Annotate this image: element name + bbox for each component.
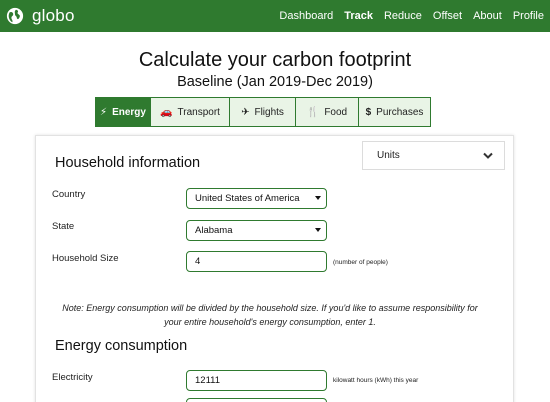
tab-food[interactable]: 🍴 Food xyxy=(296,97,359,127)
country-value: United States of America xyxy=(195,193,300,204)
country-label: Country xyxy=(52,189,86,200)
household-size-label: Household Size xyxy=(52,253,119,264)
globe-icon xyxy=(6,7,24,25)
units-dropdown[interactable]: Units xyxy=(362,141,505,170)
household-note: Note: Energy consumption will be divided… xyxy=(62,303,478,327)
units-label: Units xyxy=(377,150,400,161)
state-select[interactable]: Alabama xyxy=(186,220,327,241)
tab-label: Flights xyxy=(254,106,284,118)
tab-purchases[interactable]: $ Purchases xyxy=(359,97,431,127)
household-size-value: 4 xyxy=(195,256,201,267)
energy-section-title: Energy consumption xyxy=(55,338,188,354)
household-section-title: Household information xyxy=(55,155,201,171)
lightning-icon: ⚡ xyxy=(100,106,108,118)
tab-label: Transport xyxy=(177,106,220,118)
nav-link-offset[interactable]: Offset xyxy=(433,10,462,22)
select-arrow-icon xyxy=(315,228,321,232)
category-tabs: ⚡ Energy 🚗 Transport ✈ Flights 🍴 Food $ … xyxy=(95,97,431,127)
tab-label: Energy xyxy=(112,106,146,118)
next-energy-input[interactable] xyxy=(186,398,327,402)
nav-link-track[interactable]: Track xyxy=(344,10,373,22)
tab-label: Purchases xyxy=(376,106,424,118)
brand[interactable]: globo xyxy=(6,6,75,26)
nav-links: Dashboard Track Reduce Offset About Prof… xyxy=(268,0,544,32)
tab-flights[interactable]: ✈ Flights xyxy=(230,97,296,127)
electricity-input[interactable]: 12111 xyxy=(186,370,327,391)
page-subtitle: Baseline (Jan 2019-Dec 2019) xyxy=(177,74,373,90)
nav-link-about[interactable]: About xyxy=(473,10,502,22)
electricity-label: Electricity xyxy=(52,372,93,383)
plane-icon: ✈ xyxy=(241,106,250,118)
car-icon: 🚗 xyxy=(160,106,173,118)
brand-name: globo xyxy=(32,6,75,25)
country-select[interactable]: United States of America xyxy=(186,188,327,209)
chevron-down-icon xyxy=(483,152,493,159)
nav-link-dashboard[interactable]: Dashboard xyxy=(279,10,333,22)
tab-label: Food xyxy=(324,106,348,118)
utensils-icon: 🍴 xyxy=(306,106,320,118)
household-size-hint: (number of people) xyxy=(333,259,388,266)
tab-transport[interactable]: 🚗 Transport xyxy=(151,97,230,127)
state-label: State xyxy=(52,221,75,232)
page-title: Calculate your carbon footprint xyxy=(138,49,412,71)
dollar-icon: $ xyxy=(365,106,372,118)
state-value: Alabama xyxy=(195,225,233,236)
electricity-hint: kilowatt hours (kWh) this year xyxy=(333,377,419,384)
electricity-value: 12111 xyxy=(195,375,221,386)
select-arrow-icon xyxy=(315,196,321,200)
nav-link-reduce[interactable]: Reduce xyxy=(384,10,422,22)
household-size-input[interactable]: 4 xyxy=(186,251,327,272)
nav-link-profile[interactable]: Profile xyxy=(513,10,544,22)
tab-energy[interactable]: ⚡ Energy xyxy=(95,97,151,127)
top-navbar: globo Dashboard Track Reduce Offset Abou… xyxy=(0,0,550,32)
